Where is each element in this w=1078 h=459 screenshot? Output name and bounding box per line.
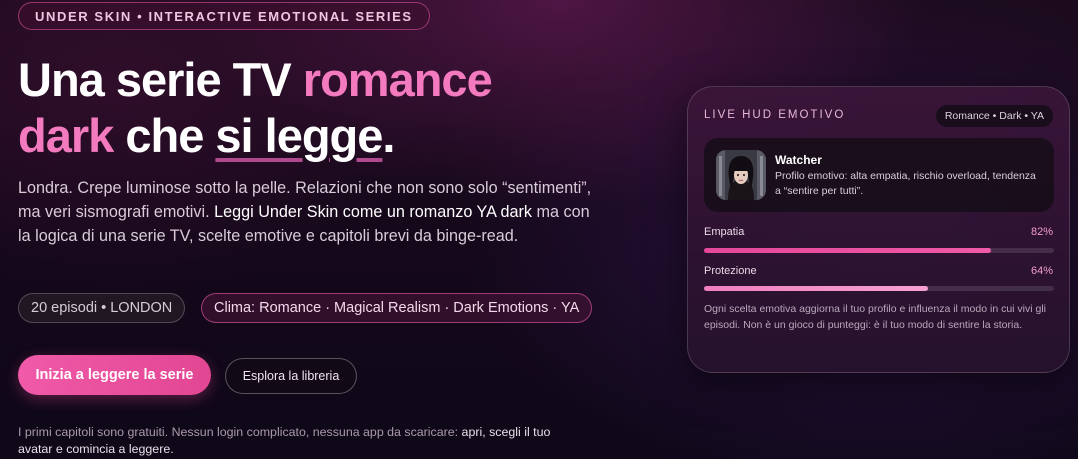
start-reading-button[interactable]: Inizia a leggere la serie [18,355,211,395]
headline-part-3: che [113,109,216,162]
emotional-hud-card: LIVE HUD EMOTIVO Romance • Dark • YA Wat… [687,86,1070,373]
genre-chip: Clima: Romance · Magical Realism · Dark … [201,293,593,323]
profile-card: Watcher Profilo emotivo: alta empatia, r… [704,138,1054,212]
stat-label-protezione: Protezione [704,265,757,277]
series-badge: UNDER SKIN • INTERACTIVE EMOTIONAL SERIE… [18,2,430,30]
avatar [716,150,766,200]
headline-period: . [382,109,395,162]
empatia-bar-fill [704,248,991,253]
hud-title: LIVE HUD EMOTIVO [704,109,846,121]
hud-genre-tag: Romance • Dark • YA [935,105,1053,127]
profile-name: Watcher [775,153,822,167]
stat-value-protezione: 64% [1030,265,1053,277]
intro-paragraph: Londra. Crepe luminose sotto la pelle. R… [18,176,598,248]
explore-library-button[interactable]: Esplora la libreria [225,358,357,394]
protezione-bar [704,286,1054,291]
empatia-bar [704,248,1054,253]
protezione-bar-fill [704,286,928,291]
free-chapters-note: I primi capitoli sono gratuiti. Nessun l… [18,424,588,458]
note-text: I primi capitoli sono gratuiti. Nessun l… [18,425,462,439]
page-headline: Una serie TV romance dark che si legge. [18,52,578,164]
headline-underlined: si legge [215,109,383,162]
stat-value-empatia: 82% [1030,226,1053,238]
stat-label-empatia: Empatia [704,226,745,238]
profile-description: Profilo emotivo: alta empatia, rischio o… [775,170,1036,197]
hud-footer-text: Ogni scelta emotiva aggiorna il tuo prof… [704,303,1047,331]
intro-highlight: Leggi Under Skin come un romanzo YA dark [214,203,533,221]
headline-part-1: Una serie TV [18,53,303,106]
avatar-portrait-icon [716,150,766,200]
episodes-chip: 20 episodi • LONDON [18,293,186,323]
